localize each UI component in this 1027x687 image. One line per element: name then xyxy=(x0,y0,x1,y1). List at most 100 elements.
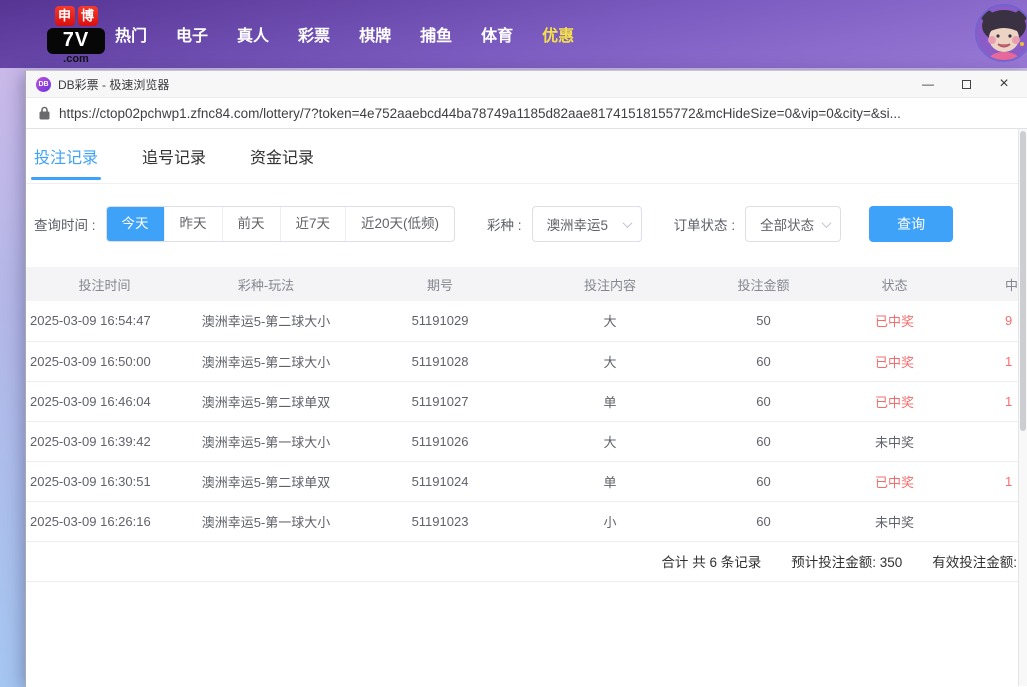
tab-item[interactable]: 投注记录 xyxy=(34,129,98,183)
close-button[interactable]: × xyxy=(985,71,1023,97)
site-logo[interactable]: 申 博 7V .com xyxy=(47,6,105,65)
column-header: 期号 xyxy=(353,267,527,301)
nav-item[interactable]: 热门 xyxy=(115,22,147,46)
expected-bet-amount: 预计投注金额: 350 xyxy=(791,551,902,571)
table-row: 2025-03-09 16:30:51澳洲幸运5-第二球单双51191024单6… xyxy=(26,461,1019,501)
tab-item[interactable]: 追号记录 xyxy=(142,129,206,183)
bet-content: 大 xyxy=(527,301,693,341)
bet-time: 2025-03-09 16:26:16 xyxy=(26,501,179,541)
status: 未中奖 xyxy=(834,421,955,461)
issue-number: 51191023 xyxy=(353,501,527,541)
nav-item[interactable]: 棋牌 xyxy=(359,22,391,46)
summary-row: 合计 共 6 条记录 预计投注金额: 350 有效投注金额: xyxy=(26,542,1019,582)
valid-bet-amount: 有效投注金额: xyxy=(932,551,1017,571)
win-amount: 1 xyxy=(955,461,1019,501)
main-nav: 热门 电子 真人 彩票 棋牌 捕鱼 体育 优惠 xyxy=(115,0,574,68)
column-header: 状态 xyxy=(834,267,955,301)
bet-time: 2025-03-09 16:46:04 xyxy=(26,381,179,421)
bet-amount: 60 xyxy=(693,381,834,421)
bet-time: 2025-03-09 16:30:51 xyxy=(26,461,179,501)
time-range-option[interactable]: 近7天 xyxy=(280,207,346,241)
status: 已中奖 xyxy=(834,301,955,341)
issue-number: 51191027 xyxy=(353,381,527,421)
bet-amount: 60 xyxy=(693,501,834,541)
issue-number: 51191029 xyxy=(353,301,527,341)
game-play: 澳洲幸运5-第二球单双 xyxy=(179,381,353,421)
logo-suffix: .com xyxy=(47,54,105,65)
win-amount xyxy=(955,421,1019,461)
user-avatar[interactable] xyxy=(975,4,1027,62)
bet-time: 2025-03-09 16:39:42 xyxy=(26,421,179,461)
tab-item[interactable]: 资金记录 xyxy=(250,129,314,183)
url-bar[interactable]: https://ctop02pchwp1.zfnc84.com/lottery/… xyxy=(26,98,1027,129)
browser-window: DB DB彩票 - 极速浏览器 — × https://ctop02pchwp1… xyxy=(25,70,1027,687)
issue-number: 51191028 xyxy=(353,341,527,381)
lottery-select[interactable]: 澳洲幸运5 xyxy=(532,206,642,242)
column-header: 投注金额 xyxy=(693,267,834,301)
lottery-selected-value: 澳洲幸运5 xyxy=(547,214,609,234)
scrollbar-thumb[interactable] xyxy=(1020,131,1026,431)
window-titlebar[interactable]: DB DB彩票 - 极速浏览器 — × xyxy=(26,71,1027,98)
close-icon: × xyxy=(999,76,1008,92)
time-range-group: 今天昨天前天近7天近20天(低频) xyxy=(106,206,456,242)
maximize-button[interactable] xyxy=(947,71,985,97)
column-header: 中奖金额 xyxy=(955,267,1019,301)
nav-item[interactable]: 彩票 xyxy=(298,22,330,46)
issue-number: 51191026 xyxy=(353,421,527,461)
nav-item[interactable]: 优惠 xyxy=(542,22,574,46)
maximize-icon xyxy=(962,80,971,89)
game-play: 澳洲幸运5-第二球单双 xyxy=(179,461,353,501)
status: 已中奖 xyxy=(834,381,955,421)
table-row: 2025-03-09 16:54:47澳洲幸运5-第二球大小51191029大5… xyxy=(26,301,1019,341)
page-content: 投注记录追号记录资金记录 查询时间 : 今天昨天前天近7天近20天(低频) 彩种… xyxy=(26,129,1027,686)
chevron-down-icon xyxy=(822,218,832,228)
table-row: 2025-03-09 16:39:42澳洲幸运5-第一球大小51191026大6… xyxy=(26,421,1019,461)
bet-content: 小 xyxy=(527,501,693,541)
win-amount: 1 xyxy=(955,341,1019,381)
issue-number: 51191024 xyxy=(353,461,527,501)
query-button[interactable]: 查询 xyxy=(869,206,953,242)
bet-records-table: 投注时间彩种-玩法期号投注内容投注金额状态中奖金额 2025-03-09 16:… xyxy=(26,267,1019,542)
nav-item[interactable]: 电子 xyxy=(176,22,208,46)
logo-text: 7V xyxy=(47,28,105,54)
logo-badges: 申 博 xyxy=(47,6,105,26)
app-icon: DB xyxy=(36,77,51,92)
game-play: 澳洲幸运5-第一球大小 xyxy=(179,501,353,541)
time-range-option[interactable]: 前天 xyxy=(222,207,280,241)
status: 已中奖 xyxy=(834,461,955,501)
window-scrollbar[interactable] xyxy=(1018,129,1027,686)
bet-amount: 60 xyxy=(693,341,834,381)
time-range-option[interactable]: 今天 xyxy=(107,207,164,241)
time-range-option[interactable]: 昨天 xyxy=(164,207,222,241)
url-text: https://ctop02pchwp1.zfnc84.com/lottery/… xyxy=(59,106,901,121)
order-status-select[interactable]: 全部状态 xyxy=(745,206,841,242)
bet-amount: 60 xyxy=(693,461,834,501)
game-play: 澳洲幸运5-第二球大小 xyxy=(179,341,353,381)
lottery-filter-label: 彩种 : xyxy=(487,214,522,234)
nav-item[interactable]: 体育 xyxy=(481,22,513,46)
nav-item[interactable]: 捕鱼 xyxy=(420,22,452,46)
game-play: 澳洲幸运5-第一球大小 xyxy=(179,421,353,461)
bet-content: 大 xyxy=(527,421,693,461)
minimize-button[interactable]: — xyxy=(909,71,947,97)
nav-item[interactable]: 真人 xyxy=(237,22,269,46)
lock-icon xyxy=(39,106,50,120)
time-range-option[interactable]: 近20天(低频) xyxy=(345,207,454,241)
avatar-image xyxy=(977,6,1027,60)
table-header-row: 投注时间彩种-玩法期号投注内容投注金额状态中奖金额 xyxy=(26,267,1019,301)
bet-content: 大 xyxy=(527,341,693,381)
logo-badge-right: 博 xyxy=(78,6,98,26)
tab-bar: 投注记录追号记录资金记录 xyxy=(26,129,1027,184)
minimize-icon: — xyxy=(922,77,934,91)
win-amount xyxy=(955,501,1019,541)
column-header: 投注时间 xyxy=(26,267,179,301)
bet-amount: 50 xyxy=(693,301,834,341)
win-amount: 9 xyxy=(955,301,1019,341)
status: 已中奖 xyxy=(834,341,955,381)
column-header: 投注内容 xyxy=(527,267,693,301)
filter-bar: 查询时间 : 今天昨天前天近7天近20天(低频) 彩种 : 澳洲幸运5 订单状态… xyxy=(34,206,1027,242)
status-filter-label: 订单状态 : xyxy=(674,214,736,234)
table-row: 2025-03-09 16:26:16澳洲幸运5-第一球大小51191023小6… xyxy=(26,501,1019,541)
window-title: DB彩票 - 极速浏览器 xyxy=(58,76,169,93)
record-count: 合计 共 6 条记录 xyxy=(661,551,761,571)
